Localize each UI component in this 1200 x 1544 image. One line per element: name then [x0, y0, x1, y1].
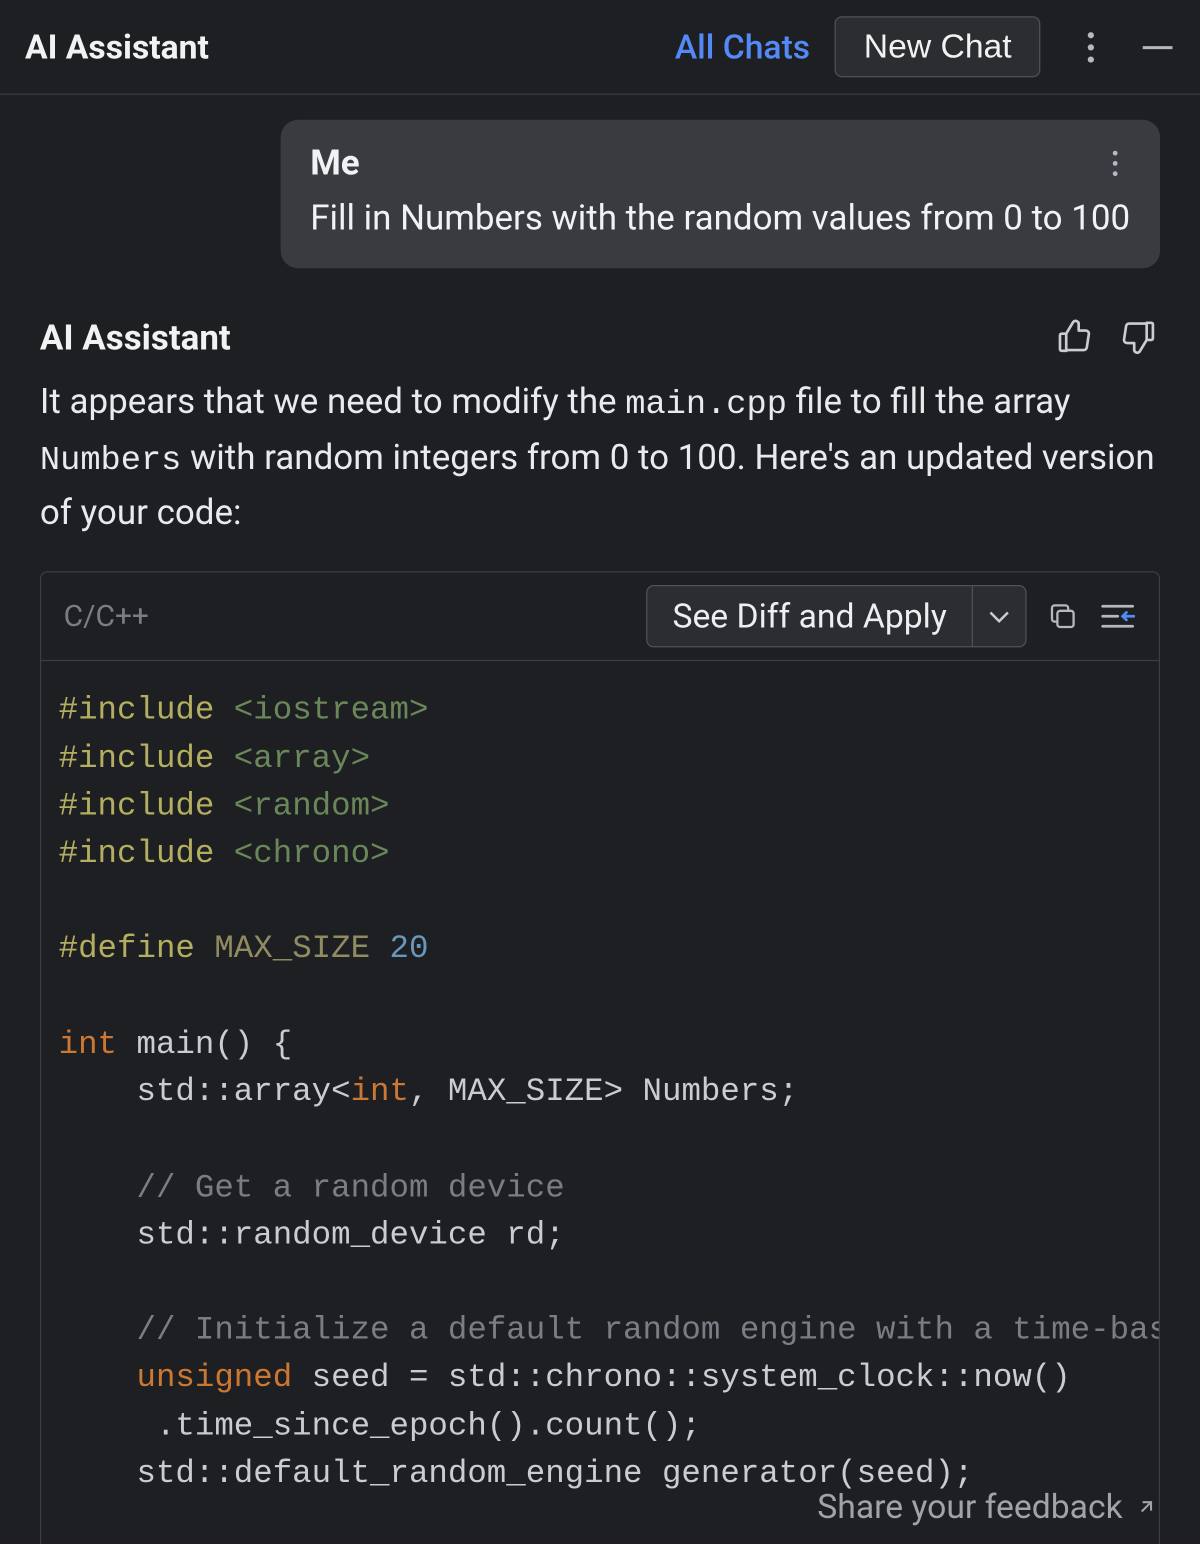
message-more-icon[interactable] [1100, 148, 1130, 178]
code-body[interactable]: #include <iostream> #include <array> #in… [41, 662, 1159, 1544]
code-token: unsigned [136, 1359, 292, 1396]
share-feedback-label: Share your feedback [817, 1487, 1122, 1527]
code-token: std::random_device rd; [59, 1216, 565, 1253]
see-diff-split-button[interactable]: See Diff and Apply [646, 586, 1026, 648]
user-name: Me [310, 142, 1100, 183]
ai-message-header: AI Assistant [40, 316, 1160, 358]
user-message: Me Fill in Numbers with the random value… [280, 120, 1160, 269]
thumbs-down-icon[interactable] [1118, 316, 1160, 358]
chat-content: Me Fill in Numbers with the random value… [0, 95, 1200, 1544]
ai-message-text: It appears that we need to modify the ma… [40, 376, 1160, 539]
ai-text-part: It appears that we need to modify the [40, 381, 625, 422]
code-token: 20 [390, 930, 429, 967]
code-token: , MAX_SIZE> Numbers; [409, 1073, 798, 1110]
see-diff-button[interactable]: See Diff and Apply [647, 587, 971, 647]
code-token: main() { [117, 1025, 292, 1062]
ai-name: AI Assistant [40, 317, 1030, 358]
code-token: MAX_SIZE [214, 930, 370, 967]
minimize-icon[interactable] [1140, 29, 1175, 64]
code-token: #include [59, 692, 215, 729]
code-token: seed = std::chrono::system_clock::now() [292, 1359, 1071, 1396]
insert-code-icon[interactable] [1099, 598, 1136, 635]
code-token: <chrono> [234, 835, 390, 872]
header-bar: AI Assistant All Chats New Chat [0, 0, 1200, 95]
code-token: // Get a random device [59, 1168, 565, 1205]
code-block: C/C++ See Diff and Apply #include <iostr… [40, 572, 1160, 1544]
code-token: int [351, 1073, 409, 1110]
code-token: // Initialize a default random engine wi… [59, 1311, 1160, 1348]
code-language-label: C/C++ [64, 599, 629, 634]
all-chats-link[interactable]: All Chats [675, 27, 810, 67]
inline-code: Numbers [40, 443, 181, 480]
new-chat-button[interactable]: New Chat [835, 16, 1040, 77]
code-token: <iostream> [234, 692, 429, 729]
inline-code: main.cpp [625, 387, 787, 424]
copy-icon[interactable] [1044, 598, 1081, 635]
more-vert-icon[interactable] [1073, 29, 1108, 64]
user-message-row: Me Fill in Numbers with the random value… [40, 120, 1160, 269]
code-token: #define [59, 930, 195, 967]
code-block-header: C/C++ See Diff and Apply [41, 573, 1159, 662]
code-token: <random> [234, 787, 390, 824]
user-message-text: Fill in Numbers with the random values f… [310, 196, 1130, 241]
ai-text-part: with random integers from 0 to 100. Here… [40, 436, 1155, 533]
chevron-down-icon[interactable] [972, 587, 1026, 647]
external-link-icon [1135, 1495, 1157, 1517]
ai-text-part: file to fill the array [787, 381, 1070, 422]
thumbs-up-icon[interactable] [1053, 316, 1095, 358]
app-title: AI Assistant [25, 27, 675, 67]
code-token: <array> [234, 739, 370, 776]
code-token: #include [59, 739, 215, 776]
code-token: .time_since_epoch().count(); [59, 1407, 701, 1444]
code-token: #include [59, 835, 215, 872]
share-feedback-link[interactable]: Share your feedback [817, 1487, 1157, 1527]
code-token: #include [59, 787, 215, 824]
code-token: int [59, 1025, 117, 1062]
code-token: std::array< [59, 1073, 351, 1110]
